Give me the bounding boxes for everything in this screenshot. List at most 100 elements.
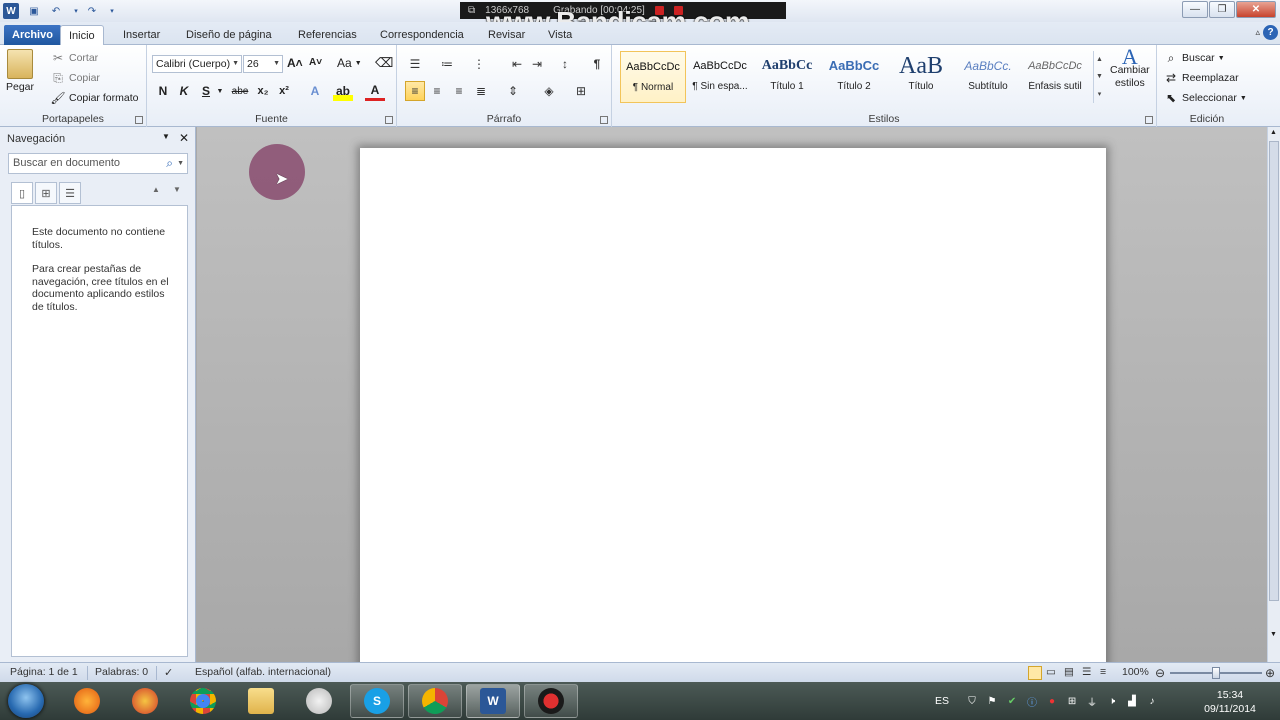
status-page[interactable]: Página: 1 de 1 <box>10 666 78 678</box>
tab-archivo[interactable]: Archivo <box>4 25 61 45</box>
style-titulo-1[interactable]: AaBbCc Título 1 <box>754 51 820 103</box>
tray-language[interactable]: ES <box>935 695 949 707</box>
align-right-icon[interactable]: ≡ <box>449 81 469 101</box>
scrollbar-thumb[interactable] <box>1269 141 1279 601</box>
style-normal[interactable]: AaBbCcDc ¶ Normal <box>620 51 686 103</box>
minimize-ribbon-icon[interactable]: ▵ <box>1255 27 1260 38</box>
justify-icon[interactable]: ≣ <box>471 81 491 101</box>
style-sin-espaciado[interactable]: AaBbCcDc ¶ Sin espa... <box>687 51 753 103</box>
strikethrough-button[interactable]: abe <box>229 81 251 101</box>
outline-icon[interactable]: ☰ <box>1082 666 1091 678</box>
style-subtitulo[interactable]: AaBbCc. Subtítulo <box>955 51 1021 103</box>
chevron-up-icon[interactable]: ▲ <box>152 185 160 194</box>
sort-icon[interactable]: ↕ <box>555 54 575 74</box>
italic-button[interactable]: K <box>174 81 194 101</box>
record-tray-icon[interactable]: ● <box>1045 694 1059 708</box>
undo-icon[interactable]: ↶ <box>48 3 64 19</box>
select-button[interactable]: ⬉ Seleccionar ▼ <box>1163 90 1247 106</box>
web-layout-icon[interactable]: ▤ <box>1064 666 1074 678</box>
style-titulo[interactable]: AaB Título <box>888 51 954 103</box>
shading-icon[interactable]: ◈ <box>539 81 559 101</box>
help-icon[interactable]: ? <box>1263 25 1278 40</box>
tab-correspondencia[interactable]: Correspondencia <box>372 25 472 45</box>
checkmark-icon[interactable]: ✔ <box>1005 694 1019 708</box>
zoom-in-icon[interactable]: ⊕ <box>1265 666 1275 680</box>
change-case-button[interactable]: Aa ▼ <box>337 56 362 70</box>
tab-insertar[interactable]: Insertar <box>115 25 168 45</box>
dialog-launcher-icon[interactable] <box>385 116 393 124</box>
nav-close-icon[interactable]: ✕ <box>179 131 189 145</box>
align-left-icon[interactable]: ≡ <box>405 81 425 101</box>
numbering-icon[interactable]: ≔ <box>437 54 457 74</box>
close-icon[interactable]: ✕ <box>1236 1 1276 18</box>
print-layout-icon[interactable] <box>1028 666 1042 680</box>
taskbar-word[interactable]: W <box>466 684 520 718</box>
undo-dropdown-icon[interactable]: ▾ <box>68 3 84 19</box>
style-enfasis-sutil[interactable]: AaBbCcDc Énfasis sutil <box>1022 51 1088 103</box>
minimize-icon[interactable]: — <box>1182 1 1208 18</box>
chevron-down-icon[interactable]: ▼ <box>173 185 181 194</box>
pages-view-icon[interactable]: ⊞ <box>35 182 57 204</box>
chevron-down-icon[interactable]: ▼ <box>177 154 184 173</box>
bullets-icon[interactable]: ☰ <box>405 54 425 74</box>
multilevel-list-icon[interactable]: ⋮ <box>469 54 489 74</box>
headings-view-icon[interactable]: ▯ <box>11 182 33 204</box>
chevron-up-icon[interactable]: ▲ <box>1096 56 1103 63</box>
taskbar-skype[interactable]: S <box>350 684 404 718</box>
taskbar-explorer[interactable] <box>234 684 288 718</box>
nav-search-input[interactable]: Buscar en documento ⌕ ▼ <box>8 153 188 174</box>
volume-icon[interactable]: ♪ <box>1145 694 1159 708</box>
highlight-icon[interactable]: ab <box>333 81 353 101</box>
subscript-button[interactable]: x₂ <box>253 81 273 101</box>
results-view-icon[interactable]: ☰ <box>59 182 81 204</box>
info-icon[interactable]: ⓘ <box>1025 694 1039 709</box>
save-icon[interactable]: ▣ <box>26 3 42 19</box>
proofing-icon[interactable]: ✓ <box>164 666 173 679</box>
gallery-more-icon[interactable]: ▾ <box>1098 90 1102 98</box>
chevron-down-icon[interactable]: ▼ <box>215 81 225 101</box>
chevron-up-icon[interactable]: ▲ <box>1270 129 1277 136</box>
font-family-select[interactable]: Calibri (Cuerpo) ▼ <box>152 55 242 73</box>
speaker-icon[interactable]: 🕨 <box>1105 694 1119 708</box>
format-painter-button[interactable]: 🖌 Copiar formato <box>50 90 138 106</box>
shrink-font-icon[interactable]: A˅ <box>309 57 322 68</box>
zoom-out-icon[interactable]: ⊖ <box>1155 666 1165 680</box>
bold-button[interactable]: N <box>153 81 173 101</box>
taskbar-chrome[interactable] <box>176 684 230 718</box>
tab-referencias[interactable]: Referencias <box>290 25 365 45</box>
vertical-scrollbar[interactable]: ▲ ▼ <box>1267 127 1280 662</box>
document-page[interactable] <box>360 148 1106 668</box>
clock[interactable]: 15:34 09/11/2014 <box>1195 688 1265 716</box>
tab-vista[interactable]: Vista <box>540 25 580 45</box>
network-icon[interactable]: ⊞ <box>1065 694 1079 708</box>
taskbar-chrome-2[interactable] <box>408 684 462 718</box>
full-screen-icon[interactable]: ▭ <box>1046 666 1056 678</box>
replace-button[interactable]: ⇄ Reemplazar <box>1163 70 1239 86</box>
pilcrow-icon[interactable]: ¶ <box>587 54 607 74</box>
dialog-launcher-icon[interactable] <box>600 116 608 124</box>
dialog-launcher-icon[interactable] <box>1145 116 1153 124</box>
increase-indent-icon[interactable]: ⇥ <box>527 54 547 74</box>
chevron-down-icon[interactable]: ▼ <box>1096 73 1103 80</box>
chevron-down-icon[interactable]: ▼ <box>1270 631 1277 638</box>
taskbar-firefox[interactable] <box>60 684 114 718</box>
gallery-scroll[interactable]: ▲ ▼ ▾ <box>1093 51 1105 103</box>
align-center-icon[interactable]: ≡ <box>427 81 447 101</box>
taskbar-paint[interactable] <box>118 684 172 718</box>
signal-icon[interactable]: ▟ <box>1125 694 1139 708</box>
zoom-thumb[interactable] <box>1212 667 1220 679</box>
text-effects-icon[interactable]: A <box>305 81 325 101</box>
font-size-select[interactable]: 26 ▼ <box>243 55 283 73</box>
clear-format-icon[interactable]: ⌫ <box>375 55 393 71</box>
line-spacing-icon[interactable]: ⇕ <box>503 81 523 101</box>
status-language[interactable]: Español (alfab. internacional) <box>195 666 331 678</box>
underline-button[interactable]: S <box>196 81 216 101</box>
nav-options-icon[interactable]: ▼ <box>162 132 170 141</box>
paste-button[interactable]: Pegar <box>6 49 34 93</box>
cut-button[interactable]: ✂ Cortar <box>50 50 98 66</box>
draft-icon[interactable]: ≡ <box>1100 666 1106 678</box>
usb-icon[interactable]: ⏚ <box>1085 694 1099 709</box>
zoom-level[interactable]: 100% <box>1122 666 1149 678</box>
grow-font-icon[interactable]: A˄ <box>287 56 303 70</box>
status-words[interactable]: Palabras: 0 <box>95 666 148 678</box>
